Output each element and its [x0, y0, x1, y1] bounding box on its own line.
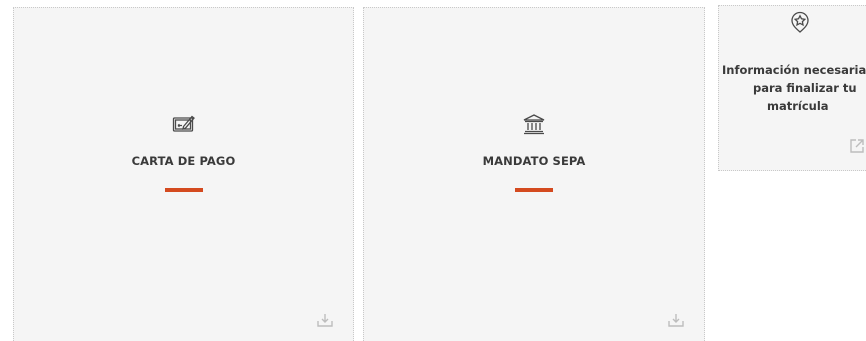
description-line: matrícula [767, 99, 829, 113]
accent-bar [164, 188, 203, 192]
card-title: MANDATO SEPA [482, 154, 586, 168]
download-icon[interactable] [317, 313, 333, 327]
card-title: CARTA DE PAGO [131, 154, 236, 168]
card-carta-de-pago[interactable]: CARTA DE PAGO [13, 7, 354, 341]
external-link-icon[interactable] [849, 138, 865, 154]
badge-star-icon [791, 11, 809, 33]
check-payment-icon [172, 115, 195, 132]
document-cards-panel: CARTA DE PAGO MANDATO SEPA Información n… [0, 0, 866, 341]
accent-bar [515, 188, 553, 192]
description-line: para finalizar tu [753, 81, 857, 95]
card-informacion-matricula[interactable]: Información necesaria para finalizar tu … [718, 5, 866, 171]
card-content: MANDATO SEPA [364, 113, 704, 192]
card-mandato-sepa[interactable]: MANDATO SEPA [363, 7, 705, 341]
download-icon[interactable] [668, 313, 684, 327]
card-content: CARTA DE PAGO [14, 113, 353, 192]
description-line: Información necesaria [722, 63, 866, 77]
bank-icon [523, 114, 545, 135]
card-description: Información necesaria para finalizar tu … [719, 61, 866, 115]
